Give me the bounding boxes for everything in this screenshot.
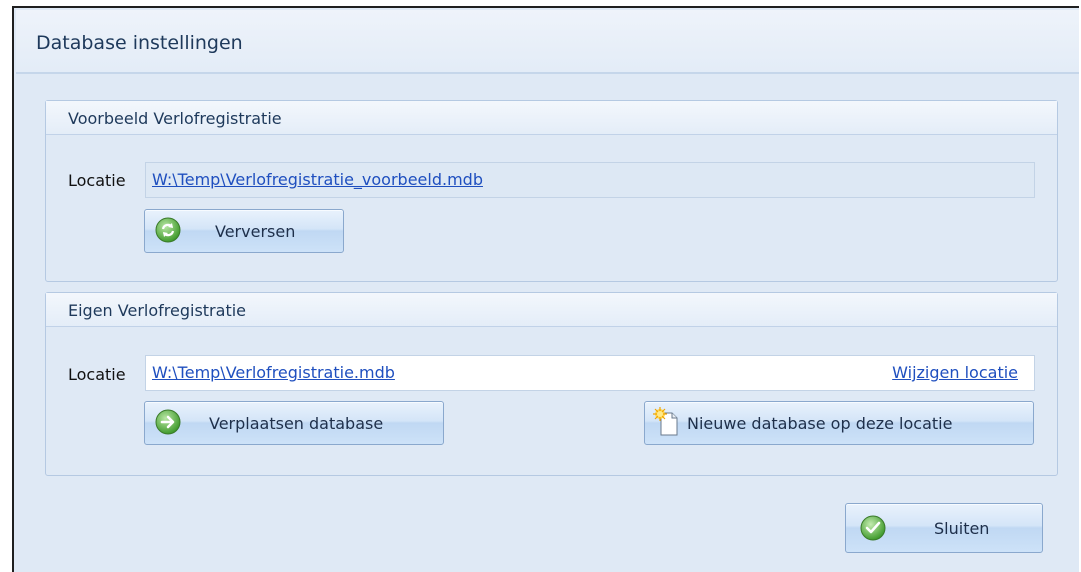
- example-location-field: W:\Temp\Verlofregistratie_voorbeeld.mdb: [145, 162, 1035, 198]
- close-button-label: Sluiten: [934, 519, 990, 538]
- move-database-button-label: Verplaatsen database: [209, 414, 384, 433]
- own-group-header: Eigen Verlofregistratie: [46, 293, 1057, 327]
- dialog-body: Voorbeeld Verlofregistratie Locatie W:\T…: [16, 74, 1079, 572]
- close-button[interactable]: Sluiten: [845, 503, 1043, 553]
- title-bar: Database instellingen: [16, 10, 1079, 74]
- own-group-title: Eigen Verlofregistratie: [68, 301, 246, 320]
- example-group-title: Voorbeeld Verlofregistratie: [68, 109, 282, 128]
- window-title: Database instellingen: [36, 32, 243, 54]
- change-location-link[interactable]: Wijzigen locatie: [892, 363, 1018, 382]
- new-database-button-label: Nieuwe database op deze locatie: [687, 414, 953, 433]
- refresh-button-label: Verversen: [215, 222, 296, 241]
- arrow-right-icon: [155, 409, 181, 435]
- refresh-button[interactable]: Verversen: [144, 209, 344, 253]
- own-location-link[interactable]: W:\Temp\Verlofregistratie.mdb: [152, 363, 395, 382]
- database-settings-window: Database instellingen Voorbeeld Verlofre…: [12, 6, 1079, 572]
- example-group-header: Voorbeeld Verlofregistratie: [46, 101, 1057, 135]
- refresh-icon: [155, 217, 181, 243]
- new-document-icon: [653, 407, 681, 437]
- move-database-button[interactable]: Verplaatsen database: [144, 401, 444, 445]
- checkmark-icon: [860, 515, 886, 541]
- example-location-link[interactable]: W:\Temp\Verlofregistratie_voorbeeld.mdb: [152, 170, 483, 189]
- example-database-group: Voorbeeld Verlofregistratie Locatie W:\T…: [45, 100, 1058, 282]
- example-location-label: Locatie: [68, 171, 126, 190]
- new-database-button[interactable]: Nieuwe database op deze locatie: [644, 401, 1034, 445]
- own-database-group: Eigen Verlofregistratie Locatie W:\Temp\…: [45, 292, 1058, 476]
- own-location-label: Locatie: [68, 365, 126, 384]
- own-location-field[interactable]: W:\Temp\Verlofregistratie.mdb Wijzigen l…: [145, 355, 1035, 391]
